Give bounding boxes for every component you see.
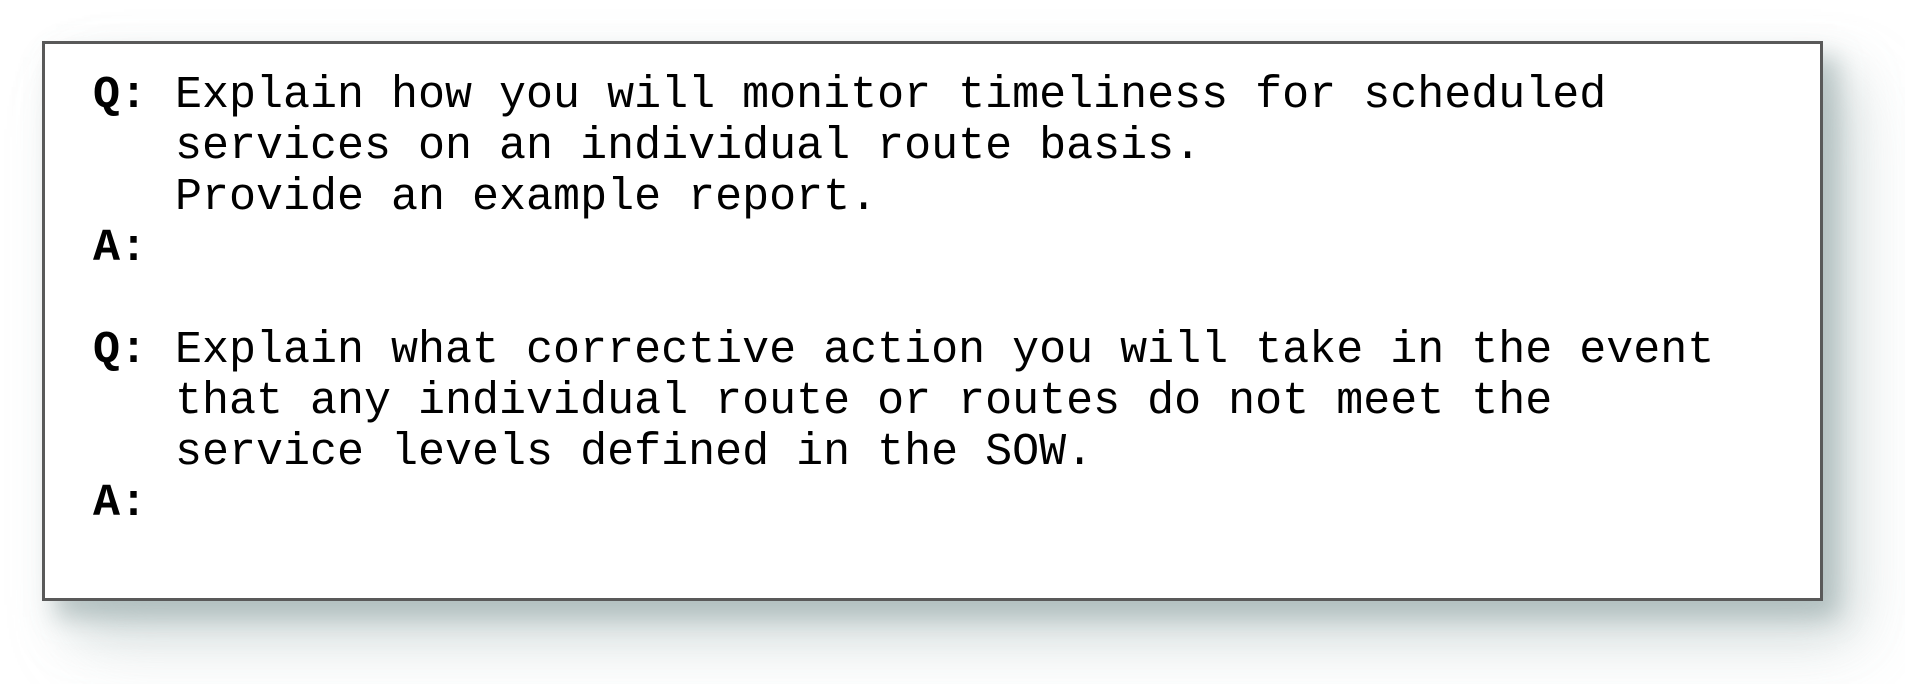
question-line: Q: Explain how you will monitor timeline… xyxy=(93,70,1810,121)
page-root: Q: Explain how you will monitor timeline… xyxy=(0,0,1905,684)
question-text-line: services on an individual route basis. xyxy=(175,121,1202,172)
answer-label: A: xyxy=(93,223,148,274)
question-label: Q: xyxy=(93,70,148,121)
answer-text-line[interactable] xyxy=(175,259,1810,260)
question-line: Q: service levels defined in the SOW. xyxy=(93,427,1810,478)
question-text-line: Explain how you will monitor timeliness … xyxy=(175,70,1607,121)
question-text-line: Provide an example report. xyxy=(175,172,878,223)
answer-text-line[interactable] xyxy=(175,514,1810,515)
qa-content-area: Q: Explain how you will monitor timeline… xyxy=(93,70,1810,592)
question-line: Q: that any individual route or routes d… xyxy=(93,376,1810,427)
answer-line[interactable]: A: xyxy=(93,223,1810,274)
question-line: Q: services on an individual route basis… xyxy=(93,121,1810,172)
question-text-line: Explain what corrective action you will … xyxy=(175,325,1715,376)
qa-block: Q: Explain how you will monitor timeline… xyxy=(93,70,1810,274)
question-label: Q: xyxy=(93,325,148,376)
question-line: Q: Provide an example report. xyxy=(93,172,1810,223)
question-text-line: service levels defined in the SOW. xyxy=(175,427,1094,478)
answer-label: A: xyxy=(93,478,148,529)
question-text-line: that any individual route or routes do n… xyxy=(175,376,1553,427)
answer-line[interactable]: A: xyxy=(93,478,1810,529)
question-line: Q: Explain what corrective action you wi… xyxy=(93,325,1810,376)
qa-block: Q: Explain what corrective action you wi… xyxy=(93,325,1810,529)
qa-text-box: Q: Explain how you will monitor timeline… xyxy=(42,41,1823,601)
